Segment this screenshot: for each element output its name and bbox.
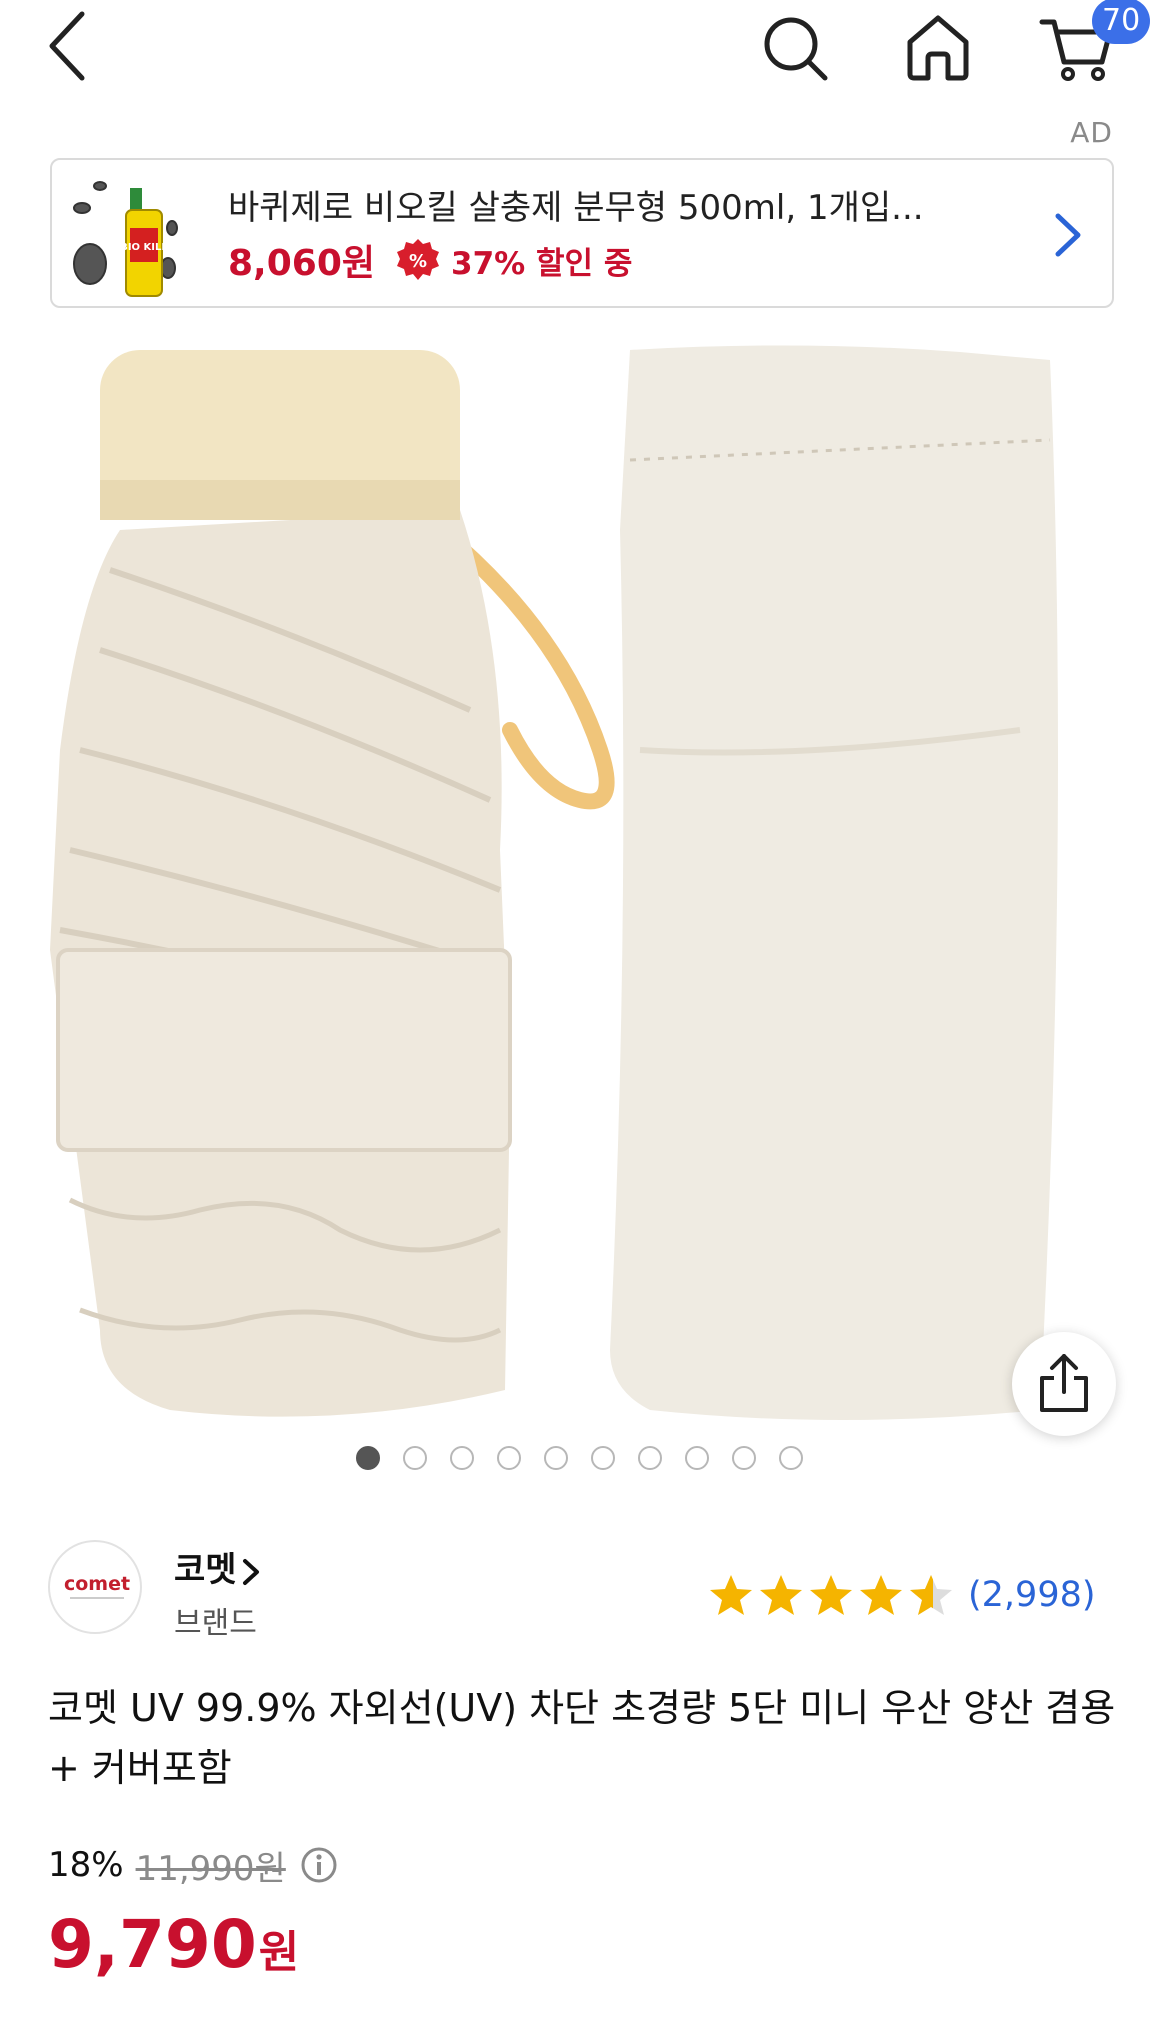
info-icon[interactable] xyxy=(300,1846,338,1884)
original-price: 11,990원 xyxy=(135,1848,286,1889)
chevron-left-icon xyxy=(49,11,85,81)
brand-logo[interactable]: comet xyxy=(48,1540,142,1634)
brand-logo-text: comet xyxy=(64,1573,130,1595)
star-full-icon xyxy=(810,1575,852,1615)
brand-subtitle: 브랜드 xyxy=(174,1606,257,1641)
carousel-dot[interactable] xyxy=(685,1446,709,1470)
svg-text:%: % xyxy=(409,251,427,272)
review-count[interactable]: (2,998) xyxy=(968,1575,1096,1615)
search-icon xyxy=(764,17,828,81)
chevron-right-icon xyxy=(1055,213,1081,257)
top-nav: 70 xyxy=(0,0,1170,100)
back-button[interactable] xyxy=(38,4,98,88)
final-price-row: 9,790 원 xyxy=(48,1906,299,1983)
ad-title: 바퀴제로 비오킬 살충제 분무형 500ml, 1개입... xyxy=(228,188,924,228)
product-title: 코멧 UV 99.9% 자외선(UV) 차단 초경량 5단 미니 우산 양산 겸… xyxy=(48,1686,1116,1790)
carousel-dot[interactable] xyxy=(450,1446,474,1470)
rating[interactable]: (2,998) xyxy=(708,1570,1096,1620)
carousel-dot[interactable] xyxy=(638,1446,662,1470)
star-full-icon xyxy=(760,1575,802,1615)
ad-product-image: BIO KILL xyxy=(60,168,188,300)
ad-price: 8,060원 xyxy=(228,243,375,284)
discount-row: 18% 11,990원 xyxy=(48,1840,338,1890)
discount-rate: 18% xyxy=(48,1845,124,1885)
home-icon xyxy=(907,15,969,81)
carousel-dot[interactable] xyxy=(591,1446,615,1470)
share-icon xyxy=(1040,1354,1088,1412)
final-price-unit: 원 xyxy=(258,1927,300,1978)
ad-thumb-text: BIO KILL xyxy=(120,242,168,253)
carousel-dot[interactable] xyxy=(732,1446,756,1470)
share-button[interactable] xyxy=(1012,1332,1116,1436)
carousel-indicator xyxy=(356,1446,803,1470)
home-button[interactable] xyxy=(898,8,978,88)
carousel-dot[interactable] xyxy=(544,1446,568,1470)
carousel-dot[interactable] xyxy=(403,1446,427,1470)
carousel-dot[interactable] xyxy=(497,1446,521,1470)
product-image[interactable] xyxy=(40,330,1130,1440)
carousel-dot[interactable] xyxy=(356,1446,380,1470)
final-price: 9,790 xyxy=(48,1906,257,1983)
star-full-icon xyxy=(860,1575,902,1615)
star-full-icon xyxy=(710,1575,752,1615)
search-button[interactable] xyxy=(755,8,835,88)
chevron-right-icon xyxy=(242,1558,259,1585)
cart-count-badge: 70 xyxy=(1092,0,1151,44)
ad-label: AD xyxy=(1070,116,1113,149)
ad-banner[interactable]: BIO KILL 바퀴제로 비오킬 살충제 분무형 500ml, 1개입... … xyxy=(50,158,1114,308)
ad-discount-text: 37% 할인 중 xyxy=(451,245,633,282)
carousel-dot[interactable] xyxy=(779,1446,803,1470)
star-half-icon xyxy=(910,1575,952,1615)
ad-price-row: 8,060원 % 37% 할인 중 xyxy=(228,236,632,284)
brand-name: 코멧 xyxy=(174,1550,237,1590)
discount-badge-icon: % xyxy=(397,239,439,280)
brand-link[interactable]: 코멧 xyxy=(174,1542,261,1591)
